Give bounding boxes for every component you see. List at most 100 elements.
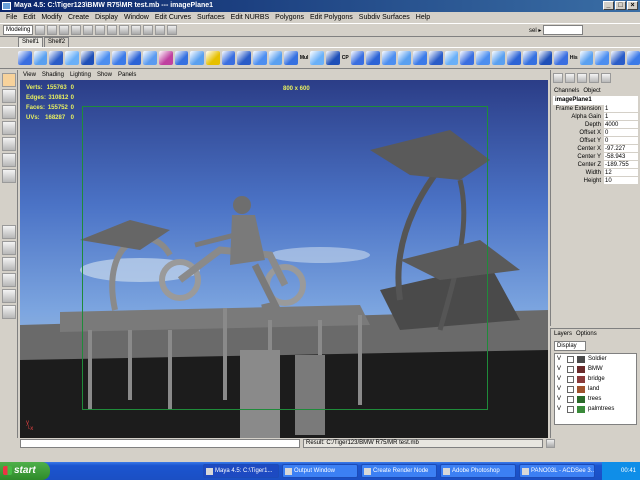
shelf-tool-icon[interactable] (33, 51, 48, 65)
object-menu[interactable]: Object (583, 86, 600, 96)
graph-layout-icon[interactable] (1, 305, 16, 319)
shelf-tool-icon[interactable] (397, 51, 412, 65)
channel-attribute-row[interactable]: Center Y -58.943 (553, 153, 640, 161)
layer-color-swatch[interactable] (577, 355, 585, 363)
four-view-layout-icon[interactable] (1, 241, 16, 255)
layer-visibility-toggle[interactable]: V (557, 356, 564, 362)
channel-attribute-value[interactable]: 4000 (604, 121, 638, 129)
shelf-tool-icon[interactable] (522, 51, 537, 65)
layer-visibility-toggle[interactable]: V (557, 396, 564, 402)
layer-color-swatch[interactable] (577, 365, 585, 373)
shelf-tool-icon[interactable] (127, 51, 142, 65)
channel-attribute-row[interactable]: Alpha Gain 1 (553, 113, 640, 121)
shelf-tool-icon[interactable] (49, 51, 63, 65)
select-hierarchy-icon[interactable] (71, 25, 81, 35)
channel-attribute-value[interactable]: 0 (604, 137, 638, 145)
shelf-tool-icon[interactable] (413, 51, 427, 65)
shelf-tool-icon[interactable] (96, 51, 110, 65)
script-editor-icon[interactable] (546, 439, 555, 448)
shelf-tool-icon[interactable] (143, 51, 157, 65)
channel-attribute-row[interactable]: Frame Extension 1 (553, 105, 640, 113)
shelf-shortcut-label[interactable]: CP (342, 55, 349, 61)
layer-row[interactable]: Vtrees (555, 394, 636, 404)
shelf-tool-icon[interactable] (626, 51, 640, 65)
shelf-tool-icon[interactable] (111, 51, 126, 65)
shelf-tool-icon[interactable] (460, 51, 474, 65)
channel-attribute-value[interactable]: -97.227 (604, 145, 638, 153)
hypershade-layout-icon[interactable] (1, 289, 16, 303)
channel-attribute-value[interactable]: 1 (604, 113, 638, 121)
menu-surfaces[interactable]: Surfaces (194, 12, 228, 23)
options-menu[interactable]: Options (576, 329, 597, 339)
layer-visibility-toggle[interactable]: V (557, 366, 564, 372)
show-attribute-editor-icon[interactable] (577, 73, 587, 83)
shelf-tab-1[interactable]: Shelf1 (18, 37, 44, 47)
layer-template-toggle[interactable] (567, 405, 574, 413)
channel-attribute-value[interactable]: 10 (604, 177, 638, 185)
layer-template-toggle[interactable] (567, 395, 574, 403)
open-scene-icon[interactable] (47, 25, 57, 35)
layer-row[interactable]: V BMW (555, 364, 636, 374)
shelf-tool-icon[interactable] (64, 51, 79, 65)
mode-select[interactable]: Modeling (3, 25, 33, 35)
shelf-tool-icon[interactable] (310, 51, 325, 65)
channel-attribute-value[interactable]: 1 (604, 105, 638, 113)
panel-menu-panels[interactable]: Panels (118, 71, 136, 80)
close-button[interactable]: × (627, 1, 638, 10)
menu-help[interactable]: Help (413, 12, 433, 23)
menu-edit-curves[interactable]: Edit Curves (152, 12, 194, 23)
single-view-layout-icon[interactable] (1, 225, 16, 239)
layer-visibility-toggle[interactable]: V (557, 376, 564, 382)
panel-menu-lighting[interactable]: Lighting (70, 71, 91, 80)
snap-point-icon[interactable] (131, 25, 141, 35)
layer-color-swatch[interactable] (577, 375, 585, 383)
channel-attribute-row[interactable]: Center X -97.227 (553, 145, 640, 153)
shelf-shortcut-label[interactable]: Mul (300, 55, 309, 61)
shelf-tool-icon[interactable] (579, 51, 594, 65)
channel-attribute-row[interactable]: Depth 4000 (553, 121, 640, 129)
channel-attribute-row[interactable]: Width 12 (553, 169, 640, 177)
select-tool-icon[interactable] (1, 73, 16, 87)
taskbar-button[interactable]: Output Window (282, 464, 358, 478)
shelf-tool-icon[interactable] (80, 51, 95, 65)
ipr-render-icon[interactable] (155, 25, 165, 35)
channel-attribute-row[interactable]: Offset Y0 (553, 137, 640, 145)
menu-display[interactable]: Display (92, 12, 121, 23)
shelf-tool-icon[interactable] (205, 51, 220, 65)
start-button[interactable]: start (0, 462, 50, 480)
layer-template-toggle[interactable] (567, 375, 574, 383)
render-globals-icon[interactable] (167, 25, 177, 35)
channel-attribute-value[interactable]: -58.943 (604, 153, 638, 161)
shelf-tab-2[interactable]: Shelf2 (44, 37, 70, 47)
side-layout-icon[interactable] (1, 257, 16, 271)
taskbar-button[interactable]: Maya 4.5: C:\Tiger1... (203, 464, 279, 478)
layers-menu[interactable]: Layers (554, 329, 572, 339)
lasso-tool-icon[interactable] (1, 89, 16, 103)
channel-attribute-value[interactable]: 0 (604, 129, 638, 137)
layer-visibility-toggle[interactable]: V (557, 406, 564, 412)
shelf-tool-icon[interactable] (382, 51, 396, 65)
move-tool-icon[interactable] (1, 105, 16, 119)
menu-edit[interactable]: Edit (20, 12, 38, 23)
shelf-shortcut-label[interactable]: His (570, 55, 578, 61)
show-both-icon[interactable] (601, 73, 611, 83)
scale-tool-icon[interactable] (1, 137, 16, 151)
panel-menu-show[interactable]: Show (97, 71, 112, 80)
panel-menu-view[interactable]: View (23, 71, 36, 80)
select-object-icon[interactable] (83, 25, 93, 35)
menu-polygons[interactable]: Polygons (272, 12, 307, 23)
shelf-tool-icon[interactable] (507, 51, 521, 65)
save-scene-icon[interactable] (59, 25, 69, 35)
show-layer-editor-icon[interactable] (565, 73, 575, 83)
menu-edit-nurbs[interactable]: Edit NURBS (228, 12, 273, 23)
layer-row[interactable]: Vbridge (555, 374, 636, 384)
shelf-tool-icon[interactable] (350, 51, 365, 65)
shelf-tool-icon[interactable] (221, 51, 236, 65)
shelf-tool-icon[interactable] (237, 51, 251, 65)
layer-row[interactable]: V Soldier (555, 354, 636, 364)
last-tool-icon[interactable] (1, 169, 16, 183)
menu-modify[interactable]: Modify (38, 12, 65, 23)
render-icon[interactable] (143, 25, 153, 35)
channel-attribute-value[interactable]: 12 (604, 169, 638, 177)
layer-visibility-toggle[interactable]: V (557, 386, 564, 392)
